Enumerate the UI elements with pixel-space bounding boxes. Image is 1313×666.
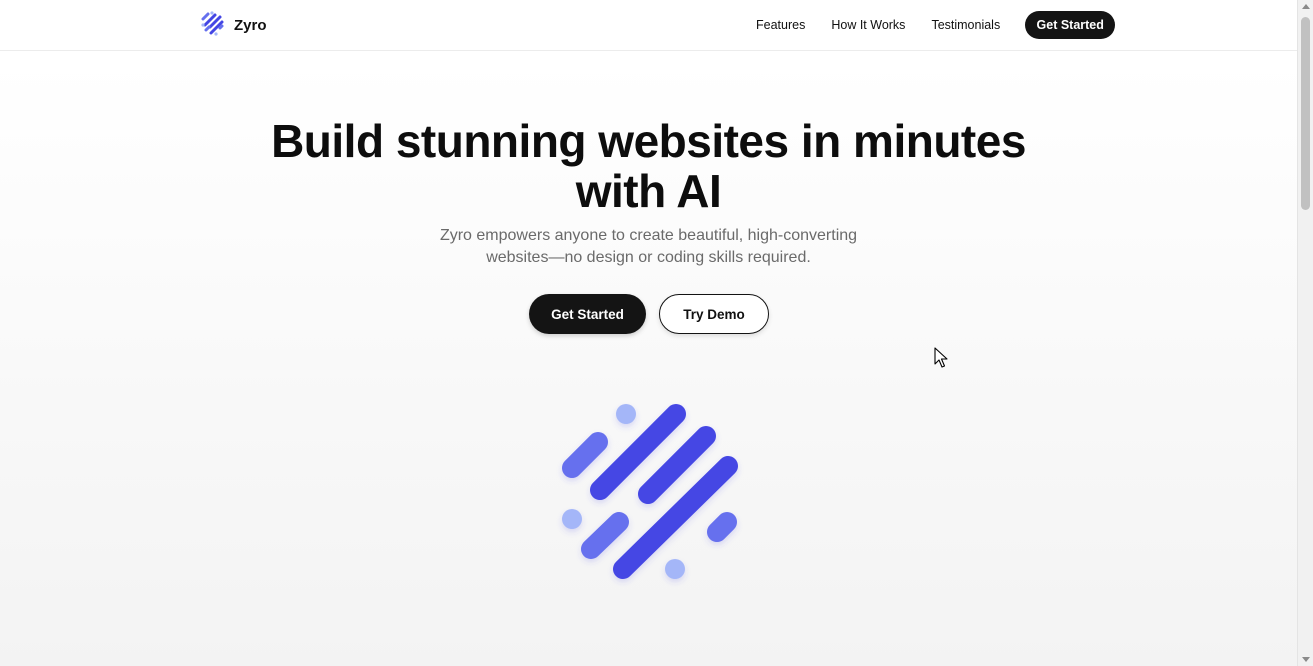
hero-get-started-button[interactable]: Get Started xyxy=(529,294,646,334)
hero-subtitle: Zyro empowers anyone to create beautiful… xyxy=(439,227,858,266)
hero-title: Build stunning websites in minutes with … xyxy=(0,116,1297,216)
brand[interactable]: Zyro xyxy=(200,10,267,41)
main-nav: Features How It Works Testimonials Get S… xyxy=(756,11,1116,39)
hero-title-line2: with AI xyxy=(575,165,722,217)
mouse-pointer-icon xyxy=(934,347,948,369)
nav-link-testimonials[interactable]: Testimonials xyxy=(931,11,1000,39)
site-header: Zyro Features How It Works Testimonials … xyxy=(0,0,1297,51)
zyro-logo-icon xyxy=(200,10,228,41)
nav-link-how-it-works[interactable]: How It Works xyxy=(831,11,905,39)
hero-title-line1: Build stunning websites in minutes xyxy=(271,115,1026,167)
scroll-down-arrow-icon[interactable] xyxy=(1302,657,1310,662)
try-demo-button[interactable]: Try Demo xyxy=(659,294,769,334)
hero-illustration-icon xyxy=(556,398,746,588)
vertical-scrollbar[interactable] xyxy=(1297,0,1313,666)
scrollbar-thumb[interactable] xyxy=(1301,17,1310,210)
hero-cta-row: Get Started Try Demo xyxy=(529,294,769,334)
scroll-up-arrow-icon[interactable] xyxy=(1302,4,1310,9)
page-viewport: Zyro Features How It Works Testimonials … xyxy=(0,0,1297,666)
header-get-started-button[interactable]: Get Started xyxy=(1025,11,1116,39)
nav-link-features[interactable]: Features xyxy=(756,11,805,39)
brand-name: Zyro xyxy=(234,16,267,34)
